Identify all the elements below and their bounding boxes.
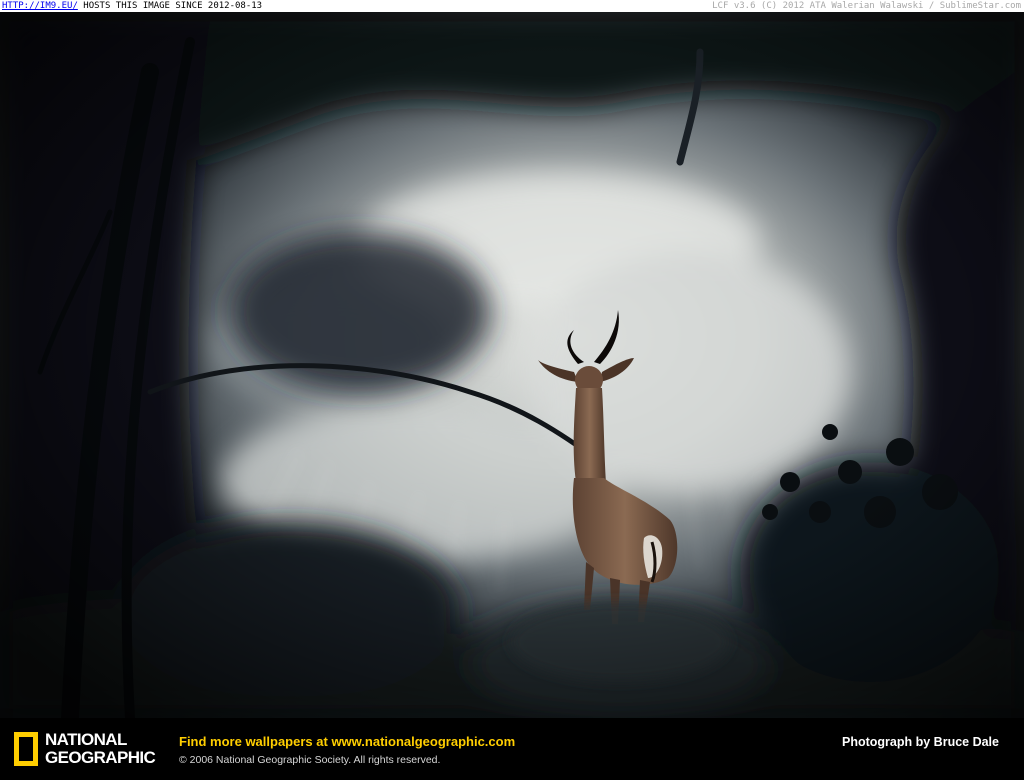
yellow-border-icon <box>14 732 38 766</box>
host-strip: HTTP://IM9.EU/ HOSTS THIS IMAGE SINCE 20… <box>0 0 1024 12</box>
national-geographic-logo[interactable]: NATIONAL GEOGRAPHIC <box>14 729 156 769</box>
host-info: HTTP://IM9.EU/ HOSTS THIS IMAGE SINCE 20… <box>2 0 262 12</box>
photo-illustration <box>0 12 1024 718</box>
wallpaper-photo <box>0 12 1024 718</box>
photo-credit: Photograph by Bruce Dale <box>842 735 999 749</box>
host-link[interactable]: HTTP://IM9.EU/ <box>2 1 78 11</box>
logo-line-geographic: GEOGRAPHIC <box>45 748 156 767</box>
promo-text: Find more wallpapers at www.nationalgeog… <box>179 734 516 749</box>
host-since-text: HOSTS THIS IMAGE SINCE 2012-08-13 <box>77 1 263 11</box>
host-credit-text: LCF v3.6 (C) 2012 ATA Walerian Walawski … <box>712 1 1021 11</box>
promo-link[interactable]: www.nationalgeographic.com <box>331 734 515 749</box>
caption-bar: NATIONAL GEOGRAPHIC Find more wallpapers… <box>0 718 1024 780</box>
logo-line-national: NATIONAL <box>45 730 127 749</box>
copyright-text: © 2006 National Geographic Society. All … <box>179 754 441 766</box>
